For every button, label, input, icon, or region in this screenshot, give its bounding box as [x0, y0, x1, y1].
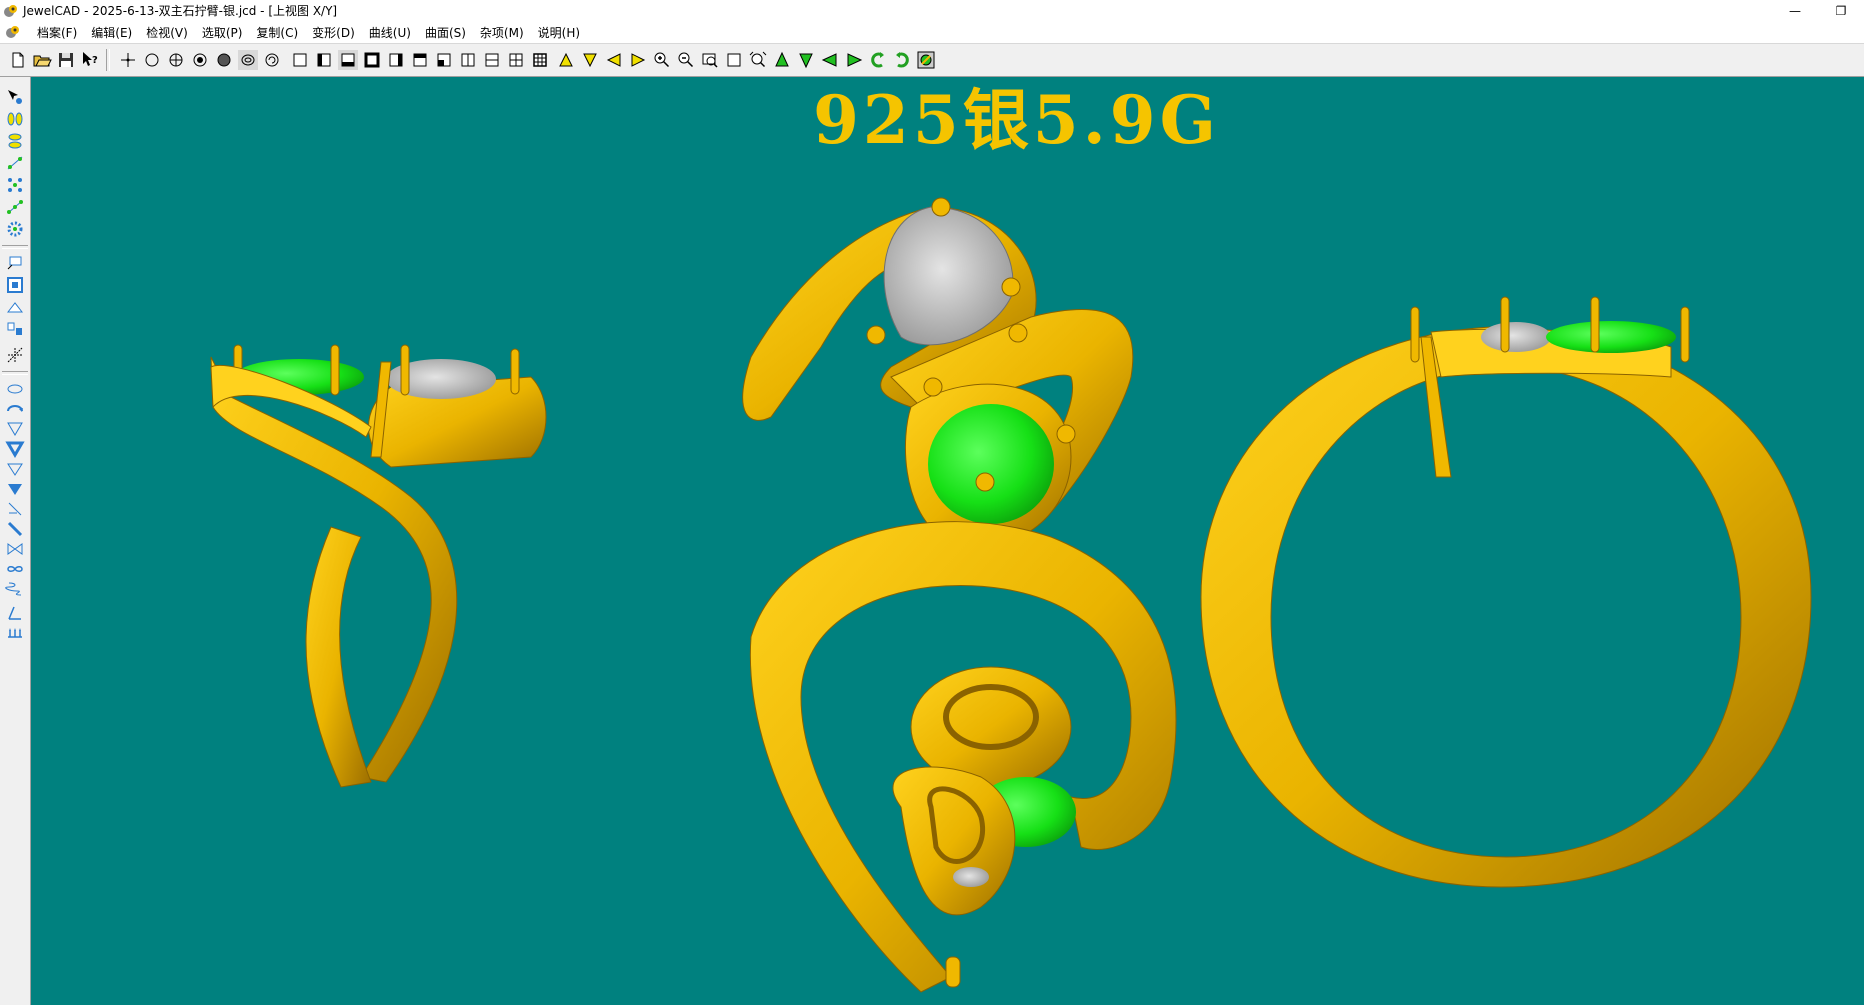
zoom-out-icon[interactable] — [676, 50, 696, 70]
zoom-box-icon[interactable] — [724, 50, 744, 70]
bold-square-icon[interactable] — [362, 50, 382, 70]
select-surfaces-icon[interactable] — [5, 131, 25, 151]
open-file-icon[interactable] — [32, 50, 52, 70]
ellipse-icon[interactable] — [238, 50, 258, 70]
rotate-right-icon[interactable] — [892, 50, 912, 70]
main-toolbar: ? — [0, 44, 1864, 77]
ruler-ticks-icon[interactable] — [5, 623, 25, 643]
jewelcad-app-icon — [4, 4, 17, 17]
top-view — [742, 197, 1134, 548]
title-bar: JewelCAD - 2025-6-13-双主石拧臂-银.jcd - [上视图 … — [0, 0, 1864, 21]
arrow-left-green-icon[interactable] — [820, 50, 840, 70]
arrow-down-green-icon[interactable] — [796, 50, 816, 70]
side-view — [210, 344, 547, 788]
filled-circle-icon[interactable] — [214, 50, 234, 70]
help-cursor-icon[interactable]: ? — [80, 50, 100, 70]
point-icon[interactable] — [118, 50, 138, 70]
infinity-icon[interactable] — [5, 559, 25, 579]
select-points-icon[interactable] — [5, 87, 25, 107]
rotate-left-icon[interactable] — [868, 50, 888, 70]
bowtie-icon[interactable] — [5, 539, 25, 559]
grid-four-icon[interactable] — [506, 50, 526, 70]
select-curves-icon[interactable] — [5, 109, 25, 129]
zoom-in-icon[interactable] — [652, 50, 672, 70]
diagonal-bold-icon[interactable] — [5, 519, 25, 539]
measure-icon[interactable] — [5, 603, 25, 623]
funnel-outline-icon[interactable] — [5, 459, 25, 479]
menu-edit[interactable]: 编辑(E) — [84, 24, 139, 41]
render-view-icon[interactable] — [916, 50, 936, 70]
zoom-fit-icon[interactable] — [748, 50, 768, 70]
menu-view[interactable]: 检视(V) — [139, 24, 195, 41]
quarter-square-icon[interactable] — [434, 50, 454, 70]
toolbar-separator — [106, 49, 110, 71]
menu-surface[interactable]: 曲面(S) — [418, 24, 473, 41]
half-square-bottom-icon[interactable] — [338, 50, 358, 70]
axis-icon[interactable] — [5, 345, 25, 365]
zoom-window-icon[interactable] — [700, 50, 720, 70]
arrow-up-green-icon[interactable] — [772, 50, 792, 70]
loop-curve-icon[interactable] — [5, 379, 25, 399]
window-title: JewelCAD - 2025-6-13-双主石拧臂-银.jcd - [上视图 … — [23, 4, 338, 18]
half-square-top-icon[interactable] — [410, 50, 430, 70]
3d-viewport[interactable]: 925银5.9G — [31, 77, 1864, 1005]
menu-file[interactable]: 档案(F) — [30, 24, 84, 41]
circle-icon[interactable] — [142, 50, 162, 70]
document-menu-icon[interactable] — [5, 24, 21, 40]
triangle-right-icon[interactable] — [628, 50, 648, 70]
svg-text:?: ? — [92, 55, 98, 66]
half-square-left-icon[interactable] — [314, 50, 334, 70]
arrow-curve-icon[interactable] — [5, 399, 25, 419]
front-view — [1200, 296, 1812, 888]
triangle-down-icon[interactable] — [580, 50, 600, 70]
triangle-up-icon[interactable] — [556, 50, 576, 70]
diagonal-line-icon[interactable] — [5, 499, 25, 519]
bottom-view — [749, 521, 1177, 993]
menu-curve[interactable]: 曲线(U) — [362, 24, 418, 41]
grid-nine-icon[interactable] — [530, 50, 550, 70]
split-horizontal-icon[interactable] — [482, 50, 502, 70]
menu-copy[interactable]: 复制(C) — [249, 24, 305, 41]
menu-help[interactable]: 说明(H) — [531, 24, 587, 41]
mirror-copy-icon[interactable] — [5, 319, 25, 339]
text-box-icon[interactable] — [5, 253, 25, 273]
square-icon[interactable] — [290, 50, 310, 70]
frame-select-icon[interactable] — [5, 275, 25, 295]
menu-bar: 档案(F) 编辑(E) 检视(V) 选取(P) 复制(C) 变形(D) 曲线(U… — [0, 21, 1864, 44]
spring-icon[interactable] — [5, 579, 25, 599]
crosshair-circle-icon[interactable] — [166, 50, 186, 70]
funnel-icon[interactable] — [5, 419, 25, 439]
weight-label: 925银5.9G — [813, 81, 1220, 159]
restore-button[interactable]: ❐ — [1818, 0, 1864, 21]
node-edit-icon[interactable] — [5, 153, 25, 173]
funnel-filled-icon[interactable] — [5, 479, 25, 499]
toolbox-separator — [2, 245, 28, 249]
triangle-left-icon[interactable] — [604, 50, 624, 70]
menu-deform[interactable]: 变形(D) — [305, 24, 362, 41]
ring-render — [210, 197, 1812, 993]
dot-circle-icon[interactable] — [190, 50, 210, 70]
save-icon[interactable] — [56, 50, 76, 70]
split-vertical-icon[interactable] — [458, 50, 478, 70]
rotate-circle-icon[interactable] — [262, 50, 282, 70]
new-file-icon[interactable] — [8, 50, 28, 70]
half-square-right-icon[interactable] — [386, 50, 406, 70]
menu-misc[interactable]: 杂项(M) — [473, 24, 531, 41]
toolbox-separator — [2, 371, 28, 375]
gear-node-icon[interactable] — [5, 219, 25, 239]
node-grid-icon[interactable] — [5, 175, 25, 195]
arc-curve-icon[interactable] — [5, 297, 25, 317]
minimize-button[interactable]: — — [1772, 0, 1818, 21]
arrow-right-green-icon[interactable] — [844, 50, 864, 70]
left-toolbox — [0, 77, 31, 1005]
menu-select[interactable]: 选取(P) — [195, 24, 250, 41]
node-link-icon[interactable] — [5, 197, 25, 217]
funnel-bold-icon[interactable] — [5, 439, 25, 459]
